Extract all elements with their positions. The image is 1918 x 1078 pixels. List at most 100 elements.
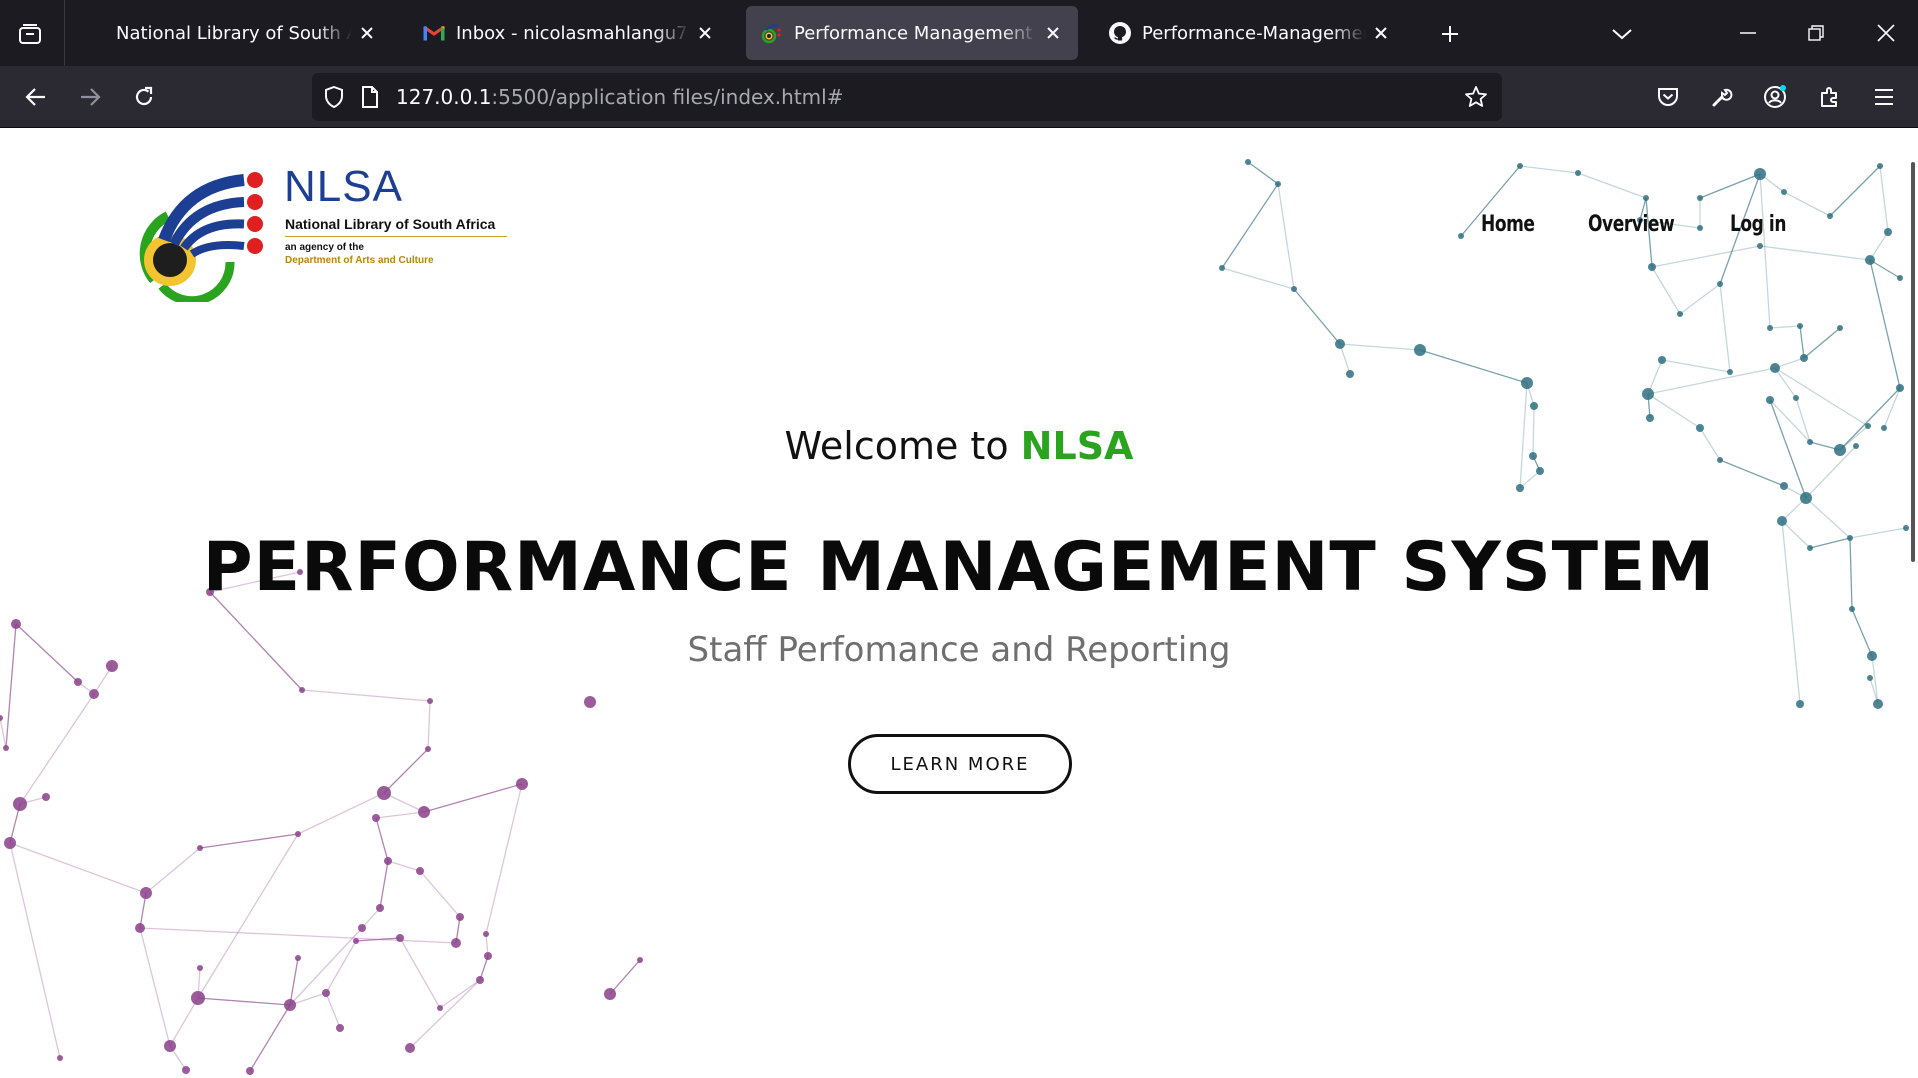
network-node xyxy=(484,952,492,960)
bookmark-star-icon[interactable] xyxy=(1460,81,1492,113)
network-link xyxy=(249,1004,291,1072)
nav-home-link[interactable]: Home xyxy=(1481,212,1535,237)
network-node xyxy=(1767,325,1773,331)
network-node xyxy=(1219,265,1225,271)
network-link xyxy=(1883,387,1901,429)
network-link xyxy=(297,792,385,835)
tab-inbox[interactable]: Inbox - nicolasmahlangu75@gmail.com xyxy=(408,6,730,60)
page-scrollbar[interactable] xyxy=(1906,128,1918,1078)
hamburger-menu-icon[interactable] xyxy=(1864,77,1904,117)
network-node xyxy=(1648,263,1656,271)
tab-performance-management[interactable]: Performance Management System xyxy=(746,6,1078,60)
close-icon[interactable] xyxy=(1042,22,1064,44)
network-node xyxy=(1757,243,1763,249)
chevron-down-icon[interactable] xyxy=(1604,16,1640,52)
network-node xyxy=(1796,700,1804,708)
network-node xyxy=(140,887,152,899)
network-node xyxy=(299,687,305,693)
minimize-icon[interactable] xyxy=(1724,10,1772,56)
nav-login-link[interactable]: Log in xyxy=(1730,212,1786,237)
network-link xyxy=(409,979,481,1049)
tab-title: Performance-Management-System xyxy=(1142,22,1366,44)
account-icon[interactable] xyxy=(1756,77,1796,117)
tab-github-repo[interactable]: Performance-Management-System xyxy=(1094,6,1406,60)
network-link xyxy=(1774,367,1797,399)
network-link xyxy=(419,870,461,918)
url-text[interactable]: 127.0.0.1:5500/application files/index.h… xyxy=(396,85,843,109)
network-node xyxy=(1800,492,1812,504)
network-node xyxy=(135,923,145,933)
url-bar[interactable]: 127.0.0.1:5500/application files/index.h… xyxy=(312,73,1502,121)
network-link xyxy=(485,783,523,935)
network-link xyxy=(1769,325,1801,329)
nlsa-logo[interactable]: NLSA National Library of South Africa an… xyxy=(134,162,514,302)
network-link xyxy=(139,927,171,1047)
browser-tab-bar: National Library of South Africa Inbox -… xyxy=(0,0,1918,66)
extensions-puzzle-icon[interactable] xyxy=(1810,77,1850,117)
network-link xyxy=(1647,367,1776,395)
network-node xyxy=(405,1043,415,1053)
network-node xyxy=(1793,395,1799,401)
network-node xyxy=(89,689,99,699)
network-link xyxy=(199,833,299,849)
network-link xyxy=(197,833,299,999)
network-link xyxy=(1277,183,1295,290)
network-link xyxy=(1759,245,1871,261)
network-node xyxy=(1291,286,1297,292)
nav-overview-link[interactable]: Overview xyxy=(1588,212,1675,237)
network-node xyxy=(376,904,384,912)
forward-arrow-icon[interactable] xyxy=(70,77,110,117)
new-tab-plus-icon[interactable] xyxy=(1432,16,1468,52)
close-icon[interactable] xyxy=(694,22,716,44)
restore-icon[interactable] xyxy=(1792,10,1840,56)
network-node xyxy=(604,988,616,1000)
network-node xyxy=(1536,467,1544,475)
welcome-heading: Welcome to NLSA xyxy=(0,424,1918,468)
url-host: 127.0.0.1 xyxy=(396,85,492,109)
network-node xyxy=(295,831,301,837)
network-link xyxy=(1647,393,1701,429)
network-node xyxy=(1770,363,1780,373)
network-node xyxy=(246,1067,254,1075)
reload-icon[interactable] xyxy=(124,77,164,117)
learn-more-button[interactable]: LEARN MORE xyxy=(848,734,1072,794)
gmail-icon xyxy=(422,21,446,45)
close-icon[interactable] xyxy=(1370,22,1392,44)
network-link xyxy=(423,783,523,813)
network-link xyxy=(169,997,199,1047)
network-node xyxy=(637,957,643,963)
network-node xyxy=(1827,213,1833,219)
network-link xyxy=(1293,288,1341,345)
network-link xyxy=(1519,165,1579,174)
pocket-icon[interactable] xyxy=(1648,77,1688,117)
network-link xyxy=(1247,161,1279,185)
url-path: :5500/application files/index.html# xyxy=(491,85,844,109)
network-node xyxy=(1865,255,1875,265)
network-node xyxy=(1346,370,1354,378)
close-window-icon[interactable] xyxy=(1862,10,1910,56)
network-link xyxy=(145,847,201,894)
shield-icon[interactable] xyxy=(320,83,348,111)
tab-overview-icon[interactable] xyxy=(12,18,48,50)
network-link xyxy=(1419,349,1528,384)
scrollbar-thumb[interactable] xyxy=(1911,162,1915,562)
wrench-icon[interactable] xyxy=(1702,77,1742,117)
network-link xyxy=(139,927,457,944)
tab-title: National Library of South Africa xyxy=(116,22,352,44)
tab-national-library[interactable]: National Library of South Africa xyxy=(102,6,392,60)
tab-separator xyxy=(64,0,65,66)
network-node xyxy=(1245,159,1251,165)
network-node xyxy=(295,955,301,961)
network-link xyxy=(197,997,291,1006)
network-link xyxy=(361,907,381,929)
page-icon[interactable] xyxy=(356,83,384,111)
network-node xyxy=(358,924,366,932)
network-node xyxy=(1766,396,1774,404)
back-arrow-icon[interactable] xyxy=(16,77,56,117)
close-icon[interactable] xyxy=(356,22,378,44)
network-node xyxy=(384,857,392,865)
network-node xyxy=(516,778,528,790)
tab-title: Inbox - nicolasmahlangu75@gmail.com xyxy=(456,22,690,44)
nlsa-emblem-icon xyxy=(139,172,263,302)
network-node xyxy=(1780,482,1788,490)
